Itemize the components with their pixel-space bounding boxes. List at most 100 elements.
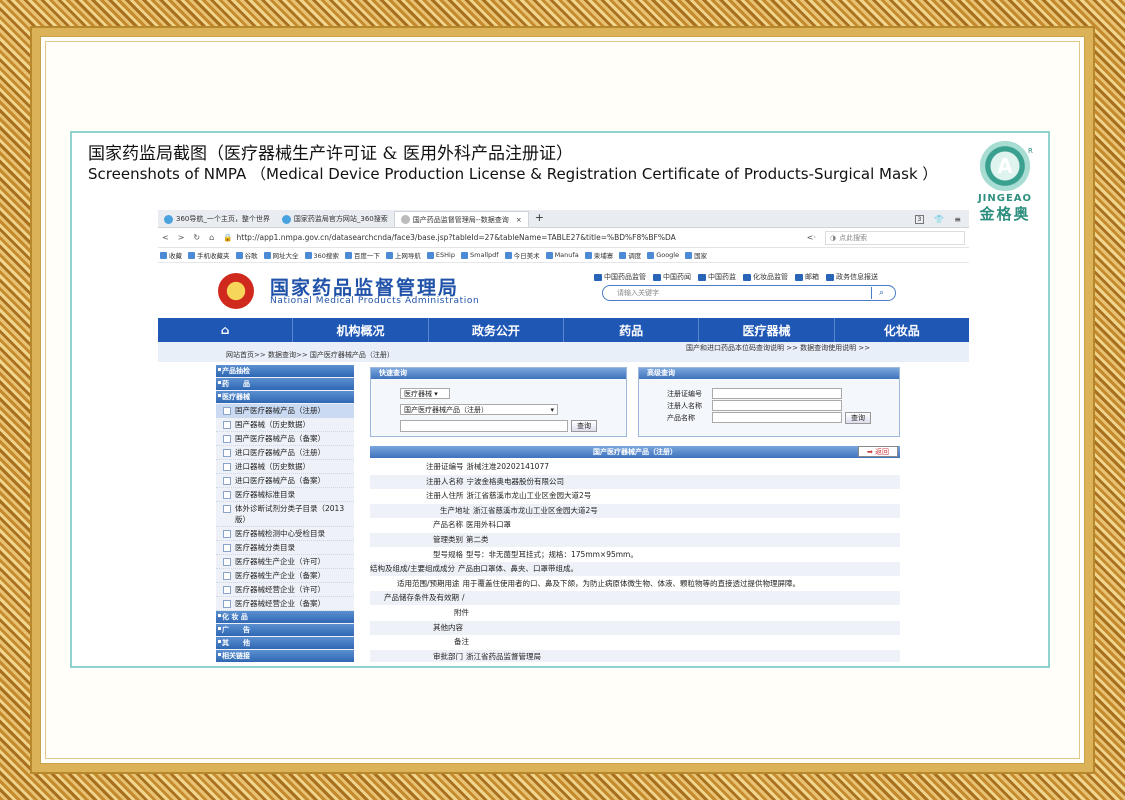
detail-key: 其他内容	[433, 622, 463, 632]
detail-row: 结构及组成/主要组成成分 产品由口罩体、鼻夹、口罩带组成。	[370, 562, 900, 577]
bookmark-item[interactable]: 谷歌	[235, 250, 258, 260]
sidebar-item[interactable]: 医疗器械分类目录	[216, 541, 354, 555]
site-quick-links: 中国药品监管 中国药闻 中国药监 化妆品监管 邮箱 政务信息报送	[594, 272, 878, 282]
quick-link[interactable]: 邮箱	[795, 272, 819, 282]
detail-row: 注册人住所 浙江省慈溪市龙山工业区金园大道2号	[370, 489, 900, 503]
sidebar-item[interactable]: 医疗器械经营企业（许可）	[216, 583, 354, 597]
bookmark-item[interactable]: 网址大全	[263, 250, 299, 260]
nav-home-icon[interactable]: ⌂	[158, 318, 294, 342]
quick-link[interactable]: 中国药闻	[653, 272, 691, 282]
detail-key: 管理类别	[433, 535, 463, 544]
breadcrumb[interactable]: 网站首页>> 数据查询>> 国产医疗器械产品（注册）	[226, 350, 394, 360]
back-icon[interactable]: <	[162, 233, 169, 242]
sidebar-item[interactable]: 进口器械（历史数据）	[216, 460, 354, 474]
bookmark-item[interactable]: 收藏	[160, 250, 182, 260]
reg-number-input[interactable]	[712, 388, 842, 399]
bookmark-item[interactable]: 手机收藏夹	[188, 250, 230, 260]
browser-search-input[interactable]: ◑ 点此搜索	[825, 230, 965, 245]
bookmark-item[interactable]: ESHip	[426, 251, 455, 259]
quick-link[interactable]: 中国药品监管	[594, 272, 646, 282]
browser-tab-active[interactable]: 国产药品监督管理局--数据查询 ×	[393, 211, 529, 227]
sidebar-item[interactable]: 体外诊断试剂分类子目录（2013版）	[216, 502, 354, 527]
menu-icon[interactable]: ≡	[954, 215, 961, 224]
sidebar-item[interactable]: 医疗器械生产企业（备案）	[216, 569, 354, 583]
bookmark-item[interactable]: Google	[647, 251, 679, 259]
sidebar-item[interactable]: 医疗器械检测中心受检目录	[216, 527, 354, 541]
bookmarks-bar: 收藏 手机收藏夹 谷歌 网址大全 360搜索 百度一下 上网导航 ESHip Smallpdf 今…	[158, 248, 969, 263]
quick-link-label: 中国药品监管	[604, 273, 646, 281]
nav-item[interactable]: 医疗器械	[699, 318, 835, 342]
product-name-input[interactable]	[712, 412, 842, 423]
sidebar-section-head[interactable]: 化 妆 品	[216, 611, 354, 623]
quick-link[interactable]: 中国药监	[698, 272, 736, 282]
registrant-input[interactable]	[712, 400, 842, 411]
quick-search-button[interactable]: 查询	[571, 420, 597, 432]
bookmark-item[interactable]: 上网导航	[385, 250, 421, 260]
sidebar-item[interactable]: 国产医疗器械产品（备案）	[216, 432, 354, 446]
browser-search-placeholder: 点此搜索	[839, 233, 868, 242]
quick-search-panel: 快速查询 医疗器械 ▾ 国产医疗器械产品（注册） ▾ 查询	[370, 367, 627, 437]
reload-icon[interactable]: ↻	[193, 233, 200, 242]
sidebar-item[interactable]: 进口医疗器械产品（注册）	[216, 446, 354, 460]
detail-key: 审批部门	[433, 651, 463, 661]
advanced-search-button[interactable]: 查询	[845, 412, 871, 424]
sidebar-section-head[interactable]: 产品抽检	[216, 365, 354, 377]
back-button[interactable]: ➡ 返回	[858, 446, 898, 457]
bookmark-label: 网址大全	[272, 252, 299, 260]
sidebar-section-head[interactable]: 药 品	[216, 378, 354, 390]
sidebar-item[interactable]: 进口医疗器械产品（备案）	[216, 474, 354, 488]
shirt-icon[interactable]: 👕	[934, 215, 944, 224]
nav-item[interactable]: 政务公开	[429, 318, 564, 342]
sidebar-section-head[interactable]: 广 告	[216, 624, 354, 636]
table-select[interactable]: 国产医疗器械产品（注册） ▾	[400, 404, 558, 415]
bookmark-item[interactable]: Manufa	[545, 251, 579, 259]
caption-english: Screenshots of NMPA （Medical Device Prod…	[88, 165, 938, 183]
nav-item[interactable]: 药品	[564, 318, 700, 342]
bookmark-icon	[344, 251, 352, 259]
sidebar-item[interactable]: 医疗器械标准目录	[216, 488, 354, 502]
sidebar-section-head[interactable]: 其 他	[216, 637, 354, 649]
bookmark-item[interactable]: 360搜索	[304, 250, 339, 260]
quick-link[interactable]: 化妆品监管	[743, 272, 788, 282]
help-links[interactable]: 国产和进口药品本位码查询说明 >> 数据查询使用说明 >>	[686, 343, 870, 353]
forward-icon[interactable]: >	[178, 233, 185, 242]
quick-link-icon	[826, 273, 834, 281]
bookmark-icon	[235, 251, 243, 259]
close-tab-icon[interactable]: ×	[516, 216, 522, 224]
detail-value: 浙械注准20202141077	[466, 462, 550, 471]
new-tab-button[interactable]: +	[529, 211, 550, 227]
bookmark-item[interactable]: Smallpdf	[460, 251, 499, 259]
home-icon[interactable]: ⌂	[209, 233, 214, 242]
site-search-placeholder: 请输入关键字	[617, 289, 659, 297]
sidebar-section-head[interactable]: 医疗器械	[216, 391, 354, 403]
detail-row: 其他内容	[370, 620, 900, 635]
bookmark-item[interactable]: 国家	[685, 250, 707, 260]
bookmark-item[interactable]: 百度一下	[344, 250, 380, 260]
browser-tab[interactable]: 国家药监局官方网站_360搜索	[276, 211, 394, 227]
window-tools: 3 👕 ≡	[914, 211, 970, 227]
quick-link[interactable]: 政务信息报送	[826, 272, 878, 282]
nav-item[interactable]: 机构概况	[293, 318, 429, 342]
nav-item[interactable]: 化妆品	[835, 318, 969, 342]
sidebar-item[interactable]: 国产器械（历史数据）	[216, 418, 354, 432]
bookmark-item[interactable]: 柬埔寨	[584, 250, 613, 260]
detail-row: 管理类别 第二类	[370, 533, 900, 547]
site-search-input[interactable]: 请输入关键字 ⌕	[602, 285, 896, 301]
sidebar-section-head[interactable]: 相关链接	[216, 650, 354, 662]
sidebar-item[interactable]: 国产医疗器械产品（注册）	[216, 404, 354, 418]
detail-key: 结构及组成/主要组成成分	[370, 564, 456, 574]
bookmark-icon	[584, 251, 592, 259]
sidebar-item[interactable]: 医疗器械生产企业（许可）	[216, 555, 354, 569]
share-icon[interactable]: <·	[807, 233, 816, 242]
sidebar-item[interactable]: 医疗器械经营企业（备案）	[216, 597, 354, 611]
site-subtitle: National Medical Products Administration	[270, 296, 480, 306]
search-icon[interactable]: ⌕	[871, 287, 891, 299]
bookmark-item[interactable]: 调度	[619, 250, 641, 260]
tab-count-badge[interactable]: 3	[914, 214, 925, 224]
site-header: 国家药品监督管理局 National Medical Products Admi…	[158, 265, 969, 317]
quick-search-input[interactable]	[400, 420, 568, 432]
category-select[interactable]: 医疗器械 ▾	[400, 388, 450, 399]
url-field[interactable]: 🔒 http://app1.nmpa.gov.cn/datasearchcnda…	[223, 231, 798, 245]
browser-tab[interactable]: 360导航_一个主页，整个世界	[158, 211, 276, 227]
bookmark-item[interactable]: 今日美术	[504, 250, 540, 260]
